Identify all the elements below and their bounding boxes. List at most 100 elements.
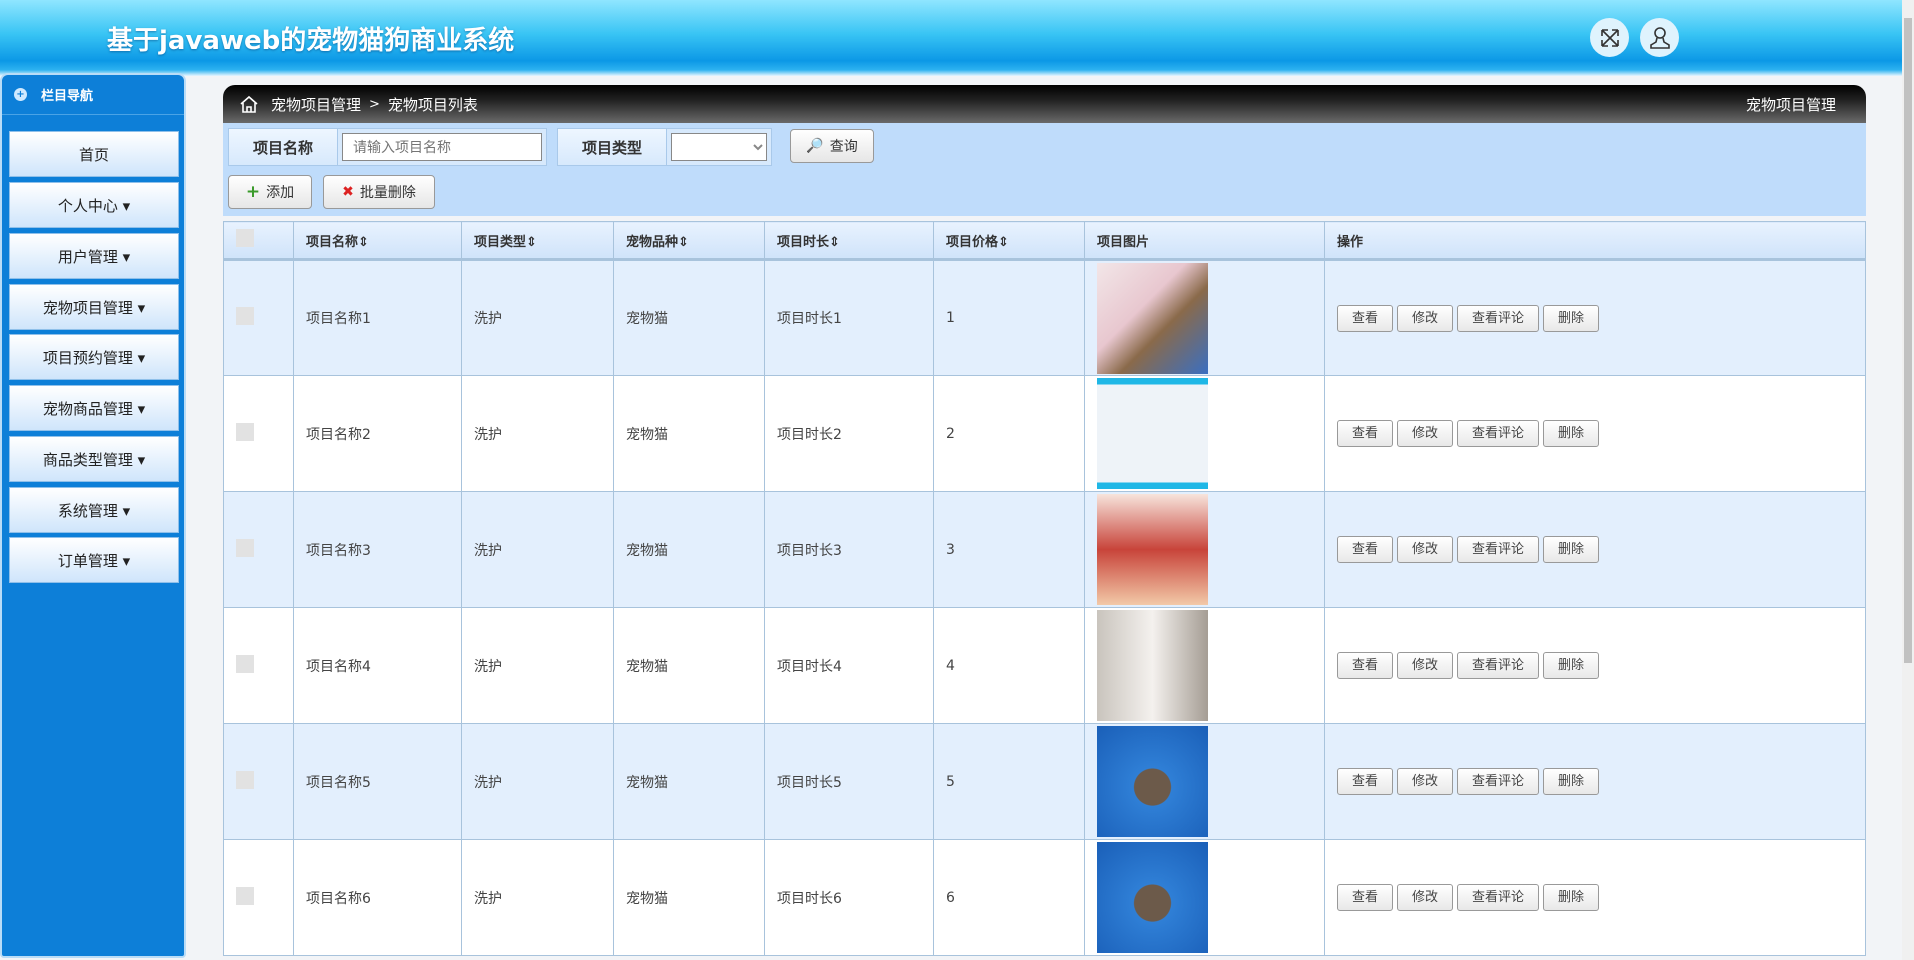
view-button[interactable]: 查看 xyxy=(1337,768,1394,795)
actions-cell: 查看 修改 查看评论 删除 xyxy=(1324,259,1866,376)
project-image[interactable] xyxy=(1097,262,1208,374)
view-comments-button[interactable]: 查看评论 xyxy=(1457,768,1540,795)
edit-button[interactable]: 修改 xyxy=(1397,304,1454,332)
sidebar-item-system[interactable]: 系统管理 ▾ xyxy=(9,487,179,533)
row-checkbox[interactable] xyxy=(236,770,254,789)
table-row: 项目名称5 洗护 宠物猫 项目时长5 5 查看 修改 查看评论 删除 xyxy=(223,723,1866,840)
col-duration[interactable]: 项目时长⇕ xyxy=(764,221,934,261)
actions-cell: 查看 修改 查看评论 删除 xyxy=(1324,839,1866,956)
col-type[interactable]: 项目类型⇕ xyxy=(461,221,614,261)
scrollbar-thumb[interactable] xyxy=(1904,18,1912,663)
col-image: 项目图片 xyxy=(1084,221,1325,261)
row-checkbox[interactable] xyxy=(236,654,254,673)
name-search-input[interactable] xyxy=(342,133,542,161)
delete-button[interactable]: 删除 xyxy=(1543,420,1600,447)
view-button[interactable]: 查看 xyxy=(1337,652,1394,679)
sidebar-item-personal[interactable]: 个人中心 ▾ xyxy=(9,182,179,228)
sidebar-item-product-types[interactable]: 商品类型管理 ▾ xyxy=(9,436,179,482)
page-scrollbar[interactable] xyxy=(1902,0,1914,960)
view-button[interactable]: 查看 xyxy=(1337,420,1394,447)
breed-cell: 宠物猫 xyxy=(613,723,765,840)
price-cell: 1 xyxy=(933,259,1085,376)
project-table: 项目名称⇕ 项目类型⇕ 宠物品种⇕ 项目时长⇕ 项目价格⇕ 项目图片 操作 项目… xyxy=(223,221,1866,956)
view-comments-button[interactable]: 查看评论 xyxy=(1457,884,1540,911)
row-select-cell xyxy=(223,839,294,956)
price-cell: 3 xyxy=(933,491,1085,608)
name-cell: 项目名称6 xyxy=(293,839,462,956)
user-icon[interactable] xyxy=(1640,18,1679,57)
type-select[interactable] xyxy=(671,133,767,161)
sidebar-item-products[interactable]: 宠物商品管理 ▾ xyxy=(9,385,179,431)
image-cell xyxy=(1084,259,1325,376)
name-cell: 项目名称5 xyxy=(293,723,462,840)
sidebar-item-pet-projects[interactable]: 宠物项目管理 ▾ xyxy=(9,284,179,330)
batch-delete-button[interactable]: ✖ 批量删除 xyxy=(323,175,435,209)
project-image[interactable] xyxy=(1097,610,1208,721)
view-button[interactable]: 查看 xyxy=(1337,884,1394,911)
duration-cell: 项目时长3 xyxy=(764,491,934,608)
delete-button[interactable]: 删除 xyxy=(1543,304,1600,332)
app-title: 基于javaweb的宠物猫狗商业系统 xyxy=(107,26,515,56)
breadcrumb-separator: > xyxy=(369,96,380,112)
table-row: 项目名称4 洗护 宠物猫 项目时长4 4 查看 修改 查看评论 删除 xyxy=(223,607,1866,724)
view-comments-button[interactable]: 查看评论 xyxy=(1457,652,1540,679)
col-breed[interactable]: 宠物品种⇕ xyxy=(613,221,765,261)
col-name[interactable]: 项目名称⇕ xyxy=(293,221,462,261)
delete-button[interactable]: 删除 xyxy=(1543,652,1600,679)
type-label: 项目类型 xyxy=(557,128,667,166)
add-button[interactable]: + 添加 xyxy=(228,175,312,209)
table-row: 项目名称6 洗护 宠物猫 项目时长6 6 查看 修改 查看评论 删除 xyxy=(223,839,1866,956)
breed-cell: 宠物猫 xyxy=(613,491,765,608)
plus-icon: + xyxy=(245,182,261,202)
search-button[interactable]: 🔎 查询 xyxy=(790,129,874,163)
row-checkbox[interactable] xyxy=(236,538,254,557)
type-cell: 洗护 xyxy=(461,607,614,724)
select-all-checkbox[interactable] xyxy=(236,229,254,247)
sidebar-item-home[interactable]: 首页 xyxy=(9,131,179,177)
project-image[interactable] xyxy=(1097,378,1208,489)
edit-button[interactable]: 修改 xyxy=(1397,420,1454,447)
delete-button[interactable]: 删除 xyxy=(1543,768,1600,795)
row-select-cell xyxy=(223,723,294,840)
table-header-row: 项目名称⇕ 项目类型⇕ 宠物品种⇕ 项目时长⇕ 项目价格⇕ 项目图片 操作 xyxy=(223,221,1866,261)
name-cell: 项目名称4 xyxy=(293,607,462,724)
name-cell: 项目名称2 xyxy=(293,375,462,492)
view-button[interactable]: 查看 xyxy=(1337,304,1394,332)
sidebar-item-orders[interactable]: 订单管理 ▾ xyxy=(9,537,179,583)
view-comments-button[interactable]: 查看评论 xyxy=(1457,304,1540,332)
image-cell xyxy=(1084,723,1325,840)
type-cell: 洗护 xyxy=(461,723,614,840)
sidebar-item-bookings[interactable]: 项目预约管理 ▾ xyxy=(9,334,179,380)
name-cell: 项目名称3 xyxy=(293,491,462,608)
fullscreen-icon[interactable] xyxy=(1590,18,1629,57)
edit-button[interactable]: 修改 xyxy=(1397,768,1454,795)
breadcrumb: 宠物项目管理 > 宠物项目列表 宠物项目管理 xyxy=(223,85,1866,123)
delete-button[interactable]: 删除 xyxy=(1543,536,1600,563)
edit-button[interactable]: 修改 xyxy=(1397,884,1454,911)
sidebar-item-users[interactable]: 用户管理 ▾ xyxy=(9,233,179,279)
type-cell: 洗护 xyxy=(461,259,614,376)
price-cell: 2 xyxy=(933,375,1085,492)
project-image[interactable] xyxy=(1097,726,1208,837)
project-image[interactable] xyxy=(1097,842,1208,953)
breadcrumb-right-title: 宠物项目管理 xyxy=(1745,95,1836,114)
view-button[interactable]: 查看 xyxy=(1337,536,1394,563)
breadcrumb-section[interactable]: 宠物项目管理 xyxy=(271,94,361,115)
row-checkbox[interactable] xyxy=(236,307,254,325)
edit-button[interactable]: 修改 xyxy=(1397,536,1454,563)
view-comments-button[interactable]: 查看评论 xyxy=(1457,536,1540,563)
delete-button[interactable]: 删除 xyxy=(1543,884,1600,911)
search-icon: 🔎 xyxy=(806,138,824,154)
row-checkbox[interactable] xyxy=(236,422,254,441)
duration-cell: 项目时长6 xyxy=(764,839,934,956)
edit-button[interactable]: 修改 xyxy=(1397,652,1454,679)
actions-cell: 查看 修改 查看评论 删除 xyxy=(1324,723,1866,840)
project-image[interactable] xyxy=(1097,494,1208,605)
table-row: 项目名称3 洗护 宠物猫 项目时长3 3 查看 修改 查看评论 删除 xyxy=(223,491,1866,608)
row-checkbox[interactable] xyxy=(236,886,254,905)
actions-cell: 查看 修改 查看评论 删除 xyxy=(1324,491,1866,608)
row-select-cell xyxy=(223,375,294,492)
view-comments-button[interactable]: 查看评论 xyxy=(1457,420,1540,447)
col-price[interactable]: 项目价格⇕ xyxy=(933,221,1085,261)
breed-cell: 宠物猫 xyxy=(613,375,765,492)
